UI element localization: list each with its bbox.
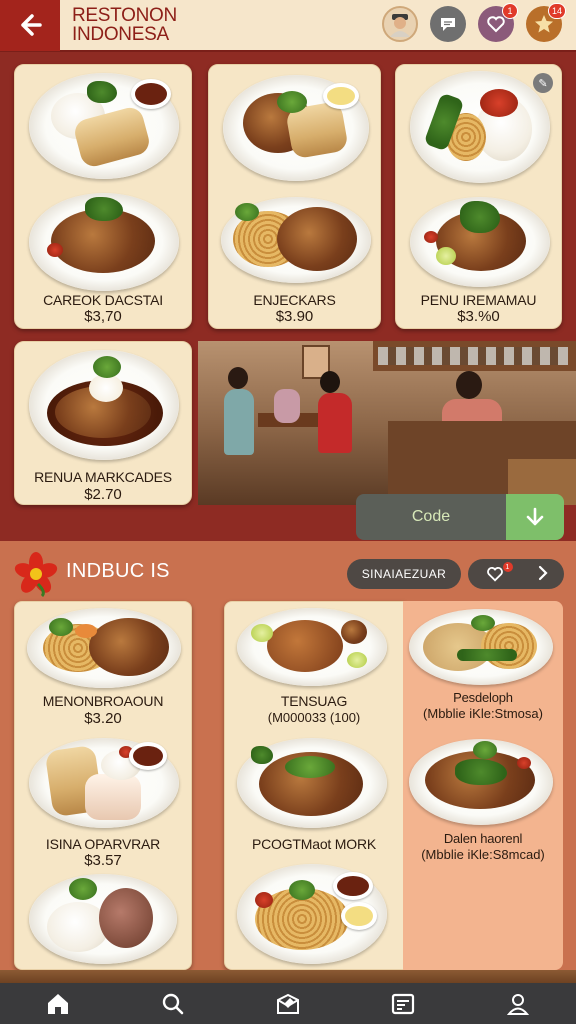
- item-price: $3.%0: [457, 308, 500, 325]
- item-name: ISINA OPARVRAR: [45, 836, 161, 852]
- profile-avatar-icon[interactable]: [382, 6, 418, 42]
- profile-icon: [507, 993, 530, 1015]
- dish-image: [27, 608, 181, 688]
- wood-divider: [0, 970, 576, 983]
- menu-card[interactable]: ENJECKARS $3.90: [208, 64, 381, 329]
- search-icon: [162, 993, 184, 1014]
- speech-bubble-icon: [441, 18, 455, 31]
- favorites-nav-pill[interactable]: 1: [468, 559, 564, 589]
- nav-profile[interactable]: [488, 983, 548, 1024]
- nav-search[interactable]: [143, 983, 203, 1024]
- item-price: $3.57: [84, 852, 122, 869]
- item-name: RENUA MARKCADES: [34, 469, 172, 485]
- brand-line-2: INDONESA: [72, 24, 169, 45]
- dish-image: [237, 738, 387, 828]
- dish-image: [410, 197, 550, 287]
- filter-pill[interactable]: SINAIAEZUAR: [347, 559, 461, 589]
- header-actions: 1 14: [382, 3, 566, 42]
- heart-icon: [487, 16, 505, 33]
- home-icon: [47, 993, 68, 1014]
- sauce-bowl-image: [129, 742, 167, 770]
- item-price: $3,70: [84, 308, 122, 325]
- favorites-badge: 1: [502, 3, 518, 19]
- promo-code-label: Code: [411, 508, 451, 525]
- nav-menu[interactable]: [258, 983, 318, 1024]
- recommendation-panel[interactable]: Pesdeloph (Mbblie iKle:Stmosa) Dalen hao…: [403, 601, 563, 970]
- item-name: PCOGTMaot MORK: [252, 836, 376, 852]
- dish-image: [410, 71, 550, 183]
- item-name: CAREOK DACSTAI: [43, 292, 163, 308]
- item-name: ENJECKARS: [253, 292, 336, 308]
- chevron-right-icon: [536, 565, 550, 584]
- menu-card[interactable]: RENUA MARKCADES $2.70: [14, 341, 192, 505]
- sauce-bowl-image: [333, 872, 373, 900]
- filter-pill-label: SINAIAEZUAR: [361, 567, 447, 581]
- rewards-star-icon[interactable]: 14: [526, 3, 566, 42]
- dish-image: [409, 739, 553, 825]
- favorites-pill-badge: 1: [502, 562, 513, 572]
- dish-image: [29, 193, 179, 291]
- dip-bowl-image: [341, 902, 377, 930]
- orders-icon: [392, 993, 415, 1014]
- dish-image: [29, 874, 177, 964]
- item-price: $3.20: [84, 710, 122, 727]
- favorites-icon: 1: [483, 562, 513, 584]
- dish-image: [29, 350, 179, 460]
- item-price: $2.70: [84, 486, 122, 503]
- item-name: MENONBROAOUN: [42, 693, 164, 709]
- item-name: TENSUAG: [280, 693, 348, 709]
- chat-icon[interactable]: [430, 6, 466, 42]
- app-header: RESTONON INDONESA 1 14: [0, 0, 576, 52]
- dish-image: [221, 197, 371, 283]
- restaurant-interior-photo: [198, 341, 576, 505]
- item-detail: (M000033 (100): [267, 710, 361, 725]
- item-name: PENU IREMAMAU: [420, 292, 537, 308]
- dip-bowl-image: [323, 83, 359, 109]
- promo-code-field[interactable]: Code: [356, 494, 506, 540]
- item-price: $3.90: [275, 308, 314, 325]
- item-detail: (Mbblie iKle:S8mcad): [421, 847, 545, 862]
- favorites-icon[interactable]: 1: [478, 3, 518, 42]
- rewards-badge: 14: [547, 3, 566, 19]
- menu-card[interactable]: MENONBROAOUN $3.20 ISINA OPARVRAR $3.57: [14, 601, 192, 970]
- share-icon[interactable]: ✎: [533, 73, 553, 93]
- menu-icon: [276, 993, 299, 1014]
- sauce-bowl-image: [131, 79, 171, 109]
- item-name: Dalen haorenl: [443, 831, 523, 846]
- menu-card[interactable]: CAREOK DACSTAI $3,70: [14, 64, 192, 329]
- menu-card[interactable]: TENSUAG (M000033 (100) PCOGTMaot MORK: [224, 601, 404, 970]
- brand-line-1: RESTONON: [72, 5, 177, 26]
- nav-orders[interactable]: [373, 983, 433, 1024]
- section-title: INDBUC IS: [66, 560, 170, 582]
- arrow-down-icon: [526, 507, 544, 526]
- bottom-navigation: [0, 983, 576, 1024]
- menu-card[interactable]: ✎ PENU IREMAMAU $3.%0: [395, 64, 562, 329]
- item-detail: (Mbblie iKle:Stmosa): [423, 706, 543, 721]
- person-face-icon: [390, 14, 410, 37]
- dish-image: [237, 608, 387, 686]
- dish-image: [409, 609, 553, 685]
- restaurant-brand: RESTONON INDONESA: [72, 6, 372, 44]
- arrow-left-icon: [21, 14, 42, 36]
- back-button[interactable]: [0, 0, 60, 51]
- promo-code-submit-button[interactable]: [506, 494, 564, 540]
- flower-icon: [12, 550, 60, 598]
- item-name: Pesdeloph: [453, 690, 513, 705]
- nav-home[interactable]: [28, 983, 88, 1024]
